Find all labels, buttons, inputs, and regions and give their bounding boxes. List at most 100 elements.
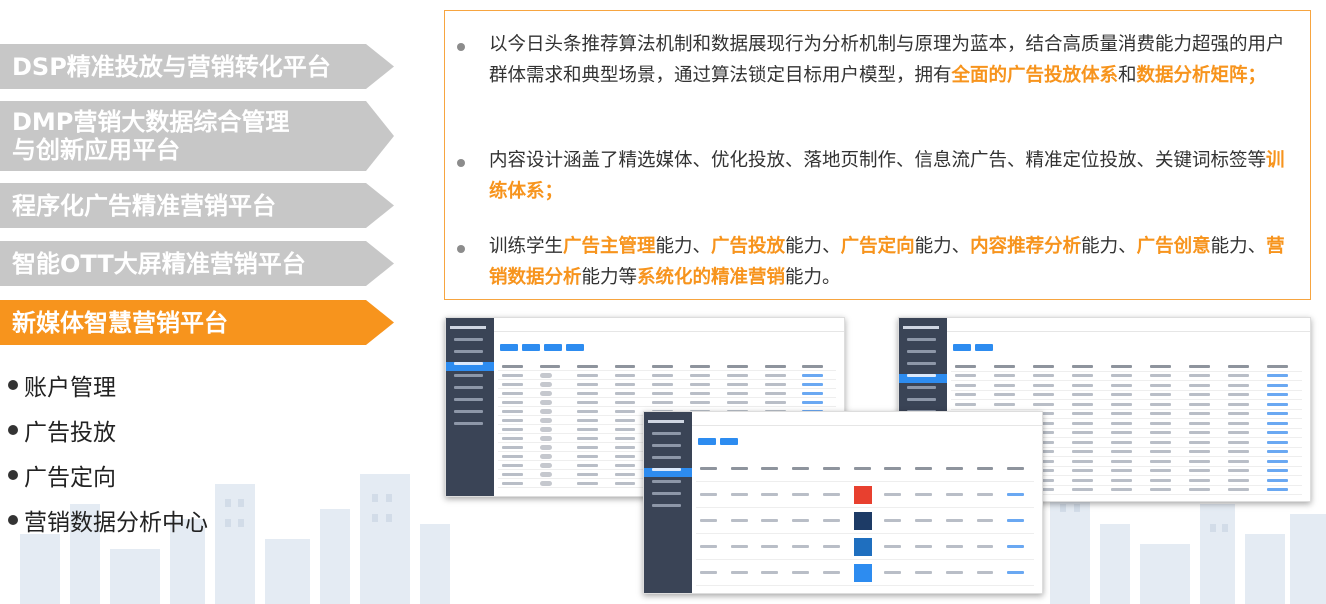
table-cell-placeholder (502, 481, 523, 485)
bullet-icon (8, 424, 18, 435)
admin-nav-item[interactable] (644, 432, 692, 441)
admin-action-button[interactable] (720, 438, 738, 445)
table-cell-placeholder (1072, 431, 1094, 435)
admin-nav-item[interactable] (899, 350, 947, 359)
admin-nav-item[interactable] (644, 456, 692, 465)
toggle-switch[interactable] (539, 381, 552, 387)
toggle-switch[interactable] (539, 480, 552, 486)
table-cell-placeholder (764, 382, 786, 386)
admin-nav-item[interactable] (446, 350, 494, 359)
admin-action-button[interactable] (566, 344, 584, 351)
sub-item-analytics[interactable]: 营销数据分析中心 (8, 497, 208, 542)
admin-nav-item[interactable] (446, 362, 494, 371)
admin-nav-item[interactable] (899, 398, 947, 407)
toggle-switch[interactable] (539, 453, 552, 459)
admin-nav-item[interactable] (899, 374, 947, 383)
admin-action-button[interactable] (698, 438, 716, 445)
table-cell-placeholder (1007, 493, 1025, 496)
table-cell-placeholder (652, 400, 673, 404)
table-row-divider (696, 585, 1034, 586)
admin-nav-item[interactable] (446, 386, 494, 395)
table-cell-placeholder (614, 436, 636, 440)
table-cell-placeholder (792, 545, 810, 548)
sub-menu-list: 账户管理 广告投放 广告定向 营销数据分析中心 (8, 362, 208, 542)
table-cell-placeholder (761, 493, 779, 496)
table-cell-placeholder (802, 382, 824, 386)
table-cell-placeholder (1267, 374, 1289, 378)
table-cell-placeholder (1189, 374, 1211, 378)
admin-nav-item[interactable] (446, 374, 494, 383)
menu-item-new-media[interactable]: 新媒体智慧营销平台 (0, 300, 394, 345)
admin-nav-item[interactable] (644, 468, 692, 477)
table-cell-placeholder (1189, 450, 1211, 454)
toggle-switch[interactable] (539, 408, 552, 414)
admin-nav-item[interactable] (644, 492, 692, 501)
toggle-switch[interactable] (539, 372, 552, 378)
toggle-switch[interactable] (539, 390, 552, 396)
admin-nav-item[interactable] (644, 480, 692, 489)
menu-item-dsp[interactable]: DSP精准投放与营销转化平台 (0, 44, 394, 89)
sub-item-account[interactable]: 账户管理 (8, 362, 208, 407)
table-cell-placeholder (1072, 478, 1094, 482)
table-cell-placeholder (700, 493, 717, 496)
table-cell-placeholder (1111, 421, 1133, 425)
toggle-switch[interactable] (539, 435, 552, 441)
table-cell-placeholder (1189, 421, 1211, 425)
admin-nav-item[interactable] (899, 362, 947, 371)
toggle-switch[interactable] (539, 399, 552, 405)
admin-nav-item[interactable] (644, 504, 692, 513)
admin-nav-item[interactable] (644, 444, 692, 453)
admin-action-button[interactable] (544, 344, 562, 351)
table-cell-placeholder (614, 373, 636, 377)
table-cell-placeholder (1267, 364, 1289, 368)
admin-sidebar (446, 318, 494, 496)
admin-nav-item[interactable] (446, 410, 494, 419)
menu-item-ott[interactable]: 智能OTT大屏精准营销平台 (0, 241, 394, 286)
table-cell-placeholder (976, 493, 994, 496)
admin-nav-item[interactable] (899, 338, 947, 347)
table-cell-placeholder (1150, 431, 1172, 435)
table-cell-placeholder (1150, 383, 1172, 387)
toggle-switch[interactable] (539, 462, 552, 468)
table-cell-placeholder (1228, 383, 1250, 387)
admin-action-button[interactable] (953, 344, 971, 351)
admin-nav-item[interactable] (446, 422, 494, 431)
table-cell-placeholder (1111, 383, 1133, 387)
admin-nav-item[interactable] (446, 398, 494, 407)
admin-action-button[interactable] (975, 344, 993, 351)
toggle-switch[interactable] (539, 417, 552, 423)
table-cell-placeholder (577, 391, 598, 395)
table-cell-placeholder (822, 467, 840, 470)
table-row-divider (498, 397, 836, 398)
text-run: 能力。 (785, 267, 841, 288)
toggle-switch[interactable] (539, 471, 552, 477)
table-cell-placeholder (976, 467, 994, 470)
table-cell-placeholder (1033, 374, 1055, 378)
toggle-switch[interactable] (539, 444, 552, 450)
table-cell-placeholder (502, 445, 523, 449)
table-cell-placeholder (502, 382, 523, 386)
table-cell-placeholder (792, 571, 810, 574)
admin-action-button[interactable] (500, 344, 518, 351)
table-cell-placeholder (700, 571, 717, 574)
admin-nav-item[interactable] (446, 338, 494, 347)
text-run: 能力、 (785, 236, 841, 257)
screenshot-creative-list (643, 411, 1043, 594)
sub-item-ad-targeting[interactable]: 广告定向 (8, 452, 208, 497)
table-cell-placeholder (727, 400, 748, 404)
toggle-switch[interactable] (539, 426, 552, 432)
menu-item-programmatic[interactable]: 程序化广告精准营销平台 (0, 183, 394, 228)
table-cell-placeholder (652, 382, 673, 386)
table-cell-placeholder (955, 402, 977, 406)
table-cell-placeholder (577, 373, 598, 377)
menu-item-dmp[interactable]: DMP营销大数据综合管理 与创新应用平台 (0, 101, 394, 171)
table-row-divider (951, 380, 1302, 381)
admin-action-button[interactable] (522, 344, 540, 351)
sub-item-ad-delivery[interactable]: 广告投放 (8, 407, 208, 452)
table-cell-placeholder (1228, 431, 1250, 435)
admin-nav-item[interactable] (899, 386, 947, 395)
table-cell-placeholder (614, 418, 636, 422)
table-row-divider (951, 399, 1302, 400)
table-cell-placeholder (689, 400, 711, 404)
table-cell-placeholder (614, 463, 636, 467)
